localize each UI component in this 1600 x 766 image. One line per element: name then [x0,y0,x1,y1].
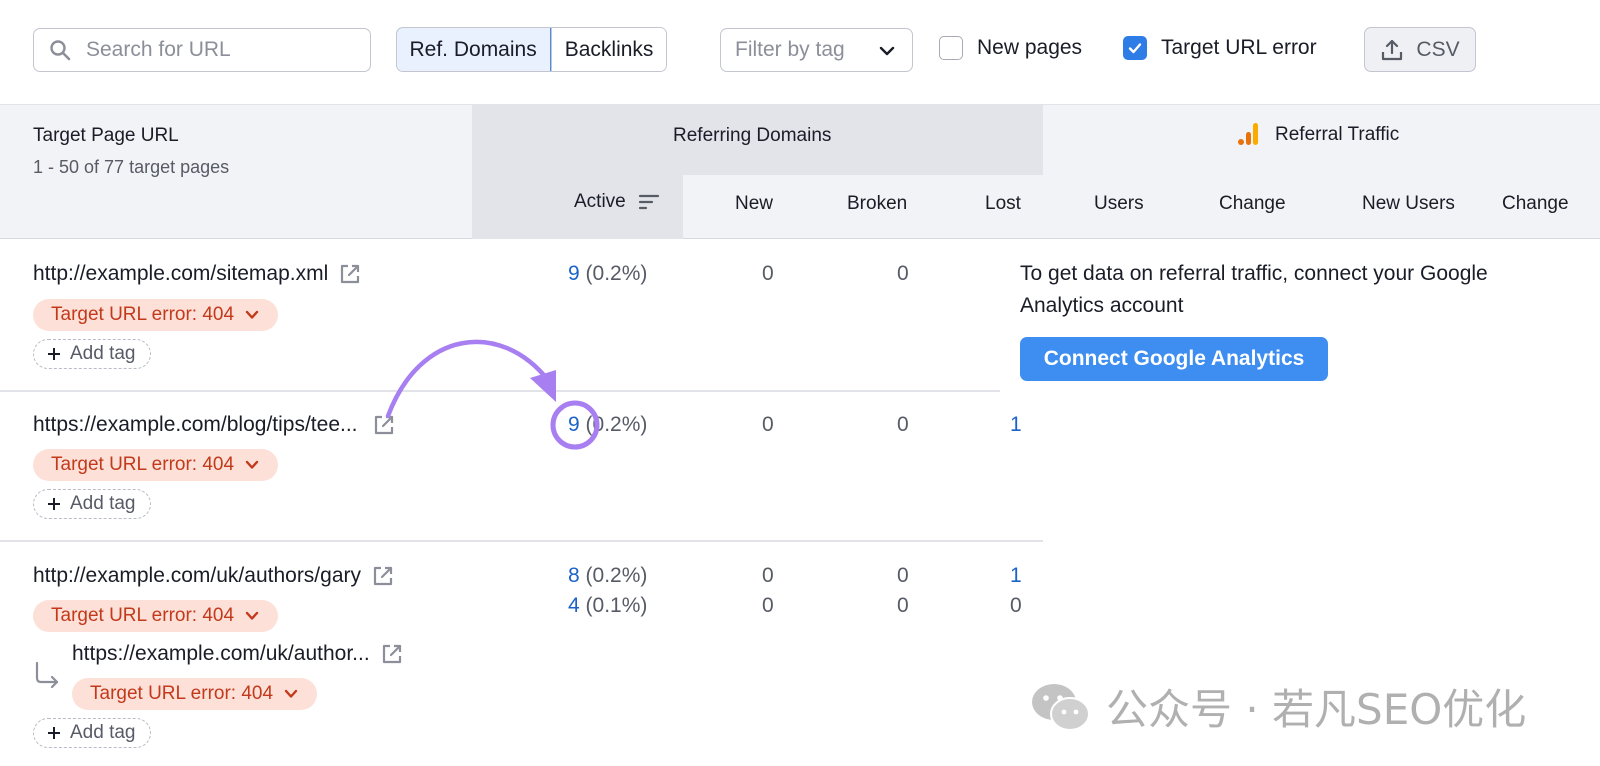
annotation-arrowhead [530,370,556,402]
annotation-arrow [385,339,551,419]
wechat-icon [1032,683,1090,731]
watermark-text: 公众号 · 若凡SEO优化 [1106,685,1527,734]
annotation-circle [550,400,600,450]
annotation-overlay [385,339,600,450]
watermark: 公众号 · 若凡SEO优化 [1030,676,1526,737]
